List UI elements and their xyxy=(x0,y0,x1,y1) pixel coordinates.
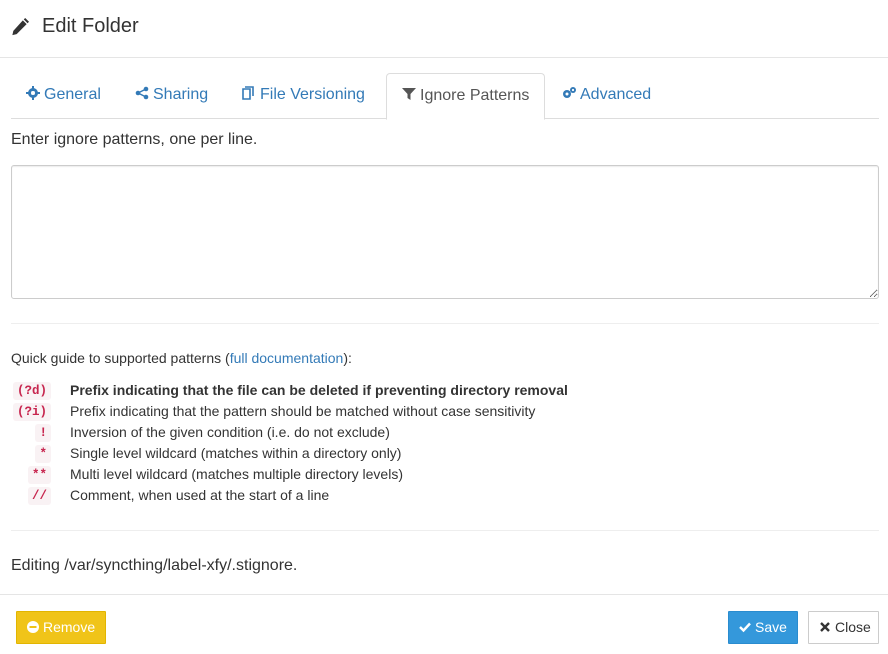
save-button-label: Save xyxy=(755,619,787,635)
tab-label: Advanced xyxy=(580,86,652,103)
tab-advanced[interactable]: Advanced xyxy=(547,73,666,119)
divider xyxy=(11,323,879,324)
pencil-icon xyxy=(12,18,29,36)
tab-bar: General Sharing File Versioning Ignore P… xyxy=(11,73,879,120)
pattern-description: Multi level wildcard (matches multiple d… xyxy=(70,466,403,482)
tab-ignore-patterns[interactable]: Ignore Patterns xyxy=(386,73,546,120)
copy-icon xyxy=(242,86,254,100)
pattern-description: Prefix indicating that the file can be d… xyxy=(70,382,568,398)
tab-label: General xyxy=(44,86,101,103)
close-button[interactable]: Close xyxy=(808,611,879,644)
pattern-description: Single level wildcard (matches within a … xyxy=(70,445,402,461)
full-documentation-link[interactable]: full documentation xyxy=(230,350,344,366)
gears-icon xyxy=(563,87,576,98)
tab-label: Ignore Patterns xyxy=(420,87,530,104)
close-icon xyxy=(820,622,830,632)
pattern-row: ** Multi level wildcard (matches multipl… xyxy=(11,465,871,486)
tab-label: File Versioning xyxy=(260,86,365,103)
divider xyxy=(11,530,879,531)
pattern-row: ! Inversion of the given condition (i.e.… xyxy=(11,423,871,444)
pattern-description: Comment, when used at the start of a lin… xyxy=(70,487,330,503)
close-button-label: Close xyxy=(835,619,871,635)
modal-header: Edit Folder xyxy=(0,0,888,58)
tab-label: Sharing xyxy=(153,86,209,103)
save-button[interactable]: Save xyxy=(728,611,798,644)
minus-circle-icon xyxy=(27,621,39,633)
pattern-code: * xyxy=(35,445,51,463)
check-icon xyxy=(739,622,751,633)
pattern-code: ** xyxy=(27,466,51,484)
tab-general[interactable]: General xyxy=(11,73,116,119)
pattern-code: (?d) xyxy=(12,382,51,400)
tab-sharing[interactable]: Sharing xyxy=(120,73,223,119)
pattern-row: // Comment, when used at the start of a … xyxy=(11,486,871,507)
ignore-patterns-textarea[interactable] xyxy=(11,165,879,299)
gear-icon xyxy=(26,86,40,100)
pattern-description: Prefix indicating that the pattern shoul… xyxy=(70,403,536,419)
ignore-help-text: Enter ignore patterns, one per line. xyxy=(11,131,258,148)
editing-file-path: Editing /var/syncthing/label-xfy/.stigno… xyxy=(11,557,298,574)
quick-guide-intro: Quick guide to supported patterns (full … xyxy=(11,350,352,366)
modal-title: Edit Folder xyxy=(42,15,139,37)
pattern-row: (?d) Prefix indicating that the file can… xyxy=(11,381,871,402)
pattern-row: * Single level wildcard (matches within … xyxy=(11,444,871,465)
modal-footer: Remove Save Close xyxy=(0,594,888,654)
pattern-code: ! xyxy=(35,424,51,442)
pattern-row: (?i) Prefix indicating that the pattern … xyxy=(11,402,871,423)
remove-button-label: Remove xyxy=(43,619,96,635)
tab-file-versioning[interactable]: File Versioning xyxy=(227,73,380,119)
pattern-description: Inversion of the given condition (i.e. d… xyxy=(70,424,390,440)
pattern-code: (?i) xyxy=(12,403,51,421)
pattern-code: // xyxy=(27,487,51,505)
filter-icon xyxy=(402,88,416,100)
share-icon xyxy=(135,86,149,100)
remove-button[interactable]: Remove xyxy=(16,611,106,644)
